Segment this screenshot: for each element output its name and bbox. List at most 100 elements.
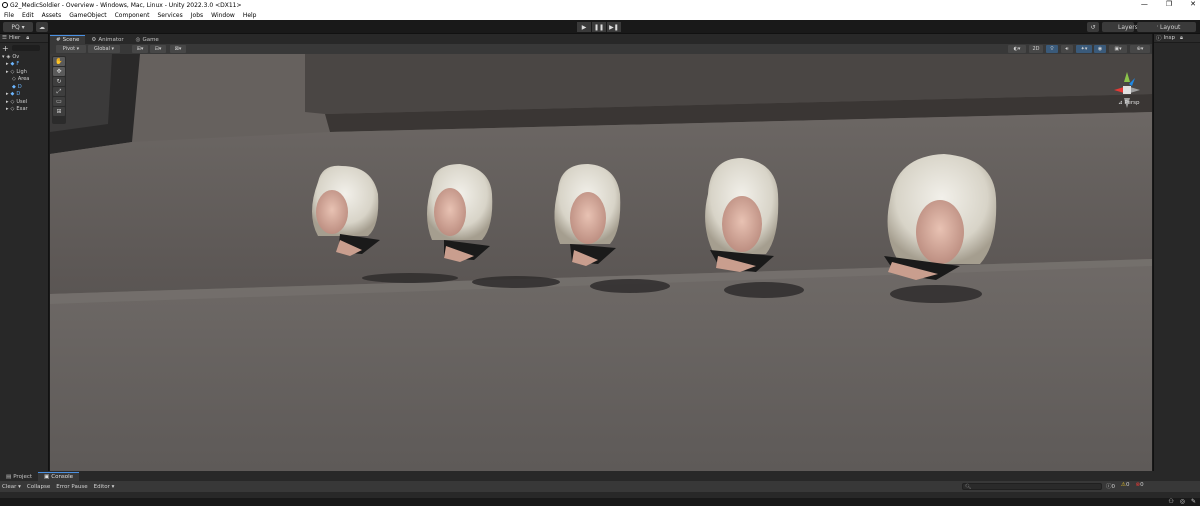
list-item[interactable]: ▸ ◇ Ligh [2, 68, 48, 76]
hierarchy-toolbar: + [0, 43, 48, 53]
camera-icon[interactable]: ▣▾ [1109, 45, 1127, 53]
play-button[interactable]: ▶ [577, 22, 591, 32]
prefab-icon: ◆ [12, 83, 16, 90]
rotate-tool-icon[interactable]: ↻ [53, 77, 65, 86]
list-icon: ☰ [2, 35, 7, 41]
menu-assets[interactable]: Assets [42, 12, 62, 19]
hierarchy-tab[interactable]: ☰ Hier 🔒︎ [0, 34, 48, 43]
list-item[interactable]: ◇ Area [2, 76, 48, 84]
prefab-icon: ◆ [10, 91, 15, 98]
hand-tool-icon[interactable]: ✋ [53, 57, 65, 66]
transform-tool-icon[interactable]: ⊞ [53, 107, 65, 116]
add-icon[interactable]: + [2, 44, 9, 53]
editor-dropdown[interactable]: Editor ▾ [94, 484, 115, 490]
window-title-bar: G2_MedicSoldier - Overview - Windows, Ma… [0, 0, 1200, 10]
status-icons: ⚇ ◎ ✎ [1168, 498, 1196, 505]
menu-help[interactable]: Help [243, 12, 257, 19]
scene-tab-icon: # [56, 37, 61, 43]
hidden-objects-icon[interactable]: ◉ [1094, 45, 1106, 53]
collapse-button[interactable]: Collapse [27, 484, 50, 490]
info-count[interactable]: ⓘ0 [1106, 482, 1115, 490]
error-pause-button[interactable]: Error Pause [56, 484, 87, 490]
auto-generate-lighting-icon[interactable]: ◎ [1180, 498, 1185, 505]
list-item[interactable]: ▸ ◆ D [2, 91, 48, 99]
grid-snap-icon[interactable]: ⊞▾ [132, 45, 148, 53]
unity-logo-icon [2, 2, 8, 8]
gizmos-icon[interactable]: ⊕▾ [1130, 45, 1150, 53]
clear-button[interactable]: Clear ▾ [2, 484, 21, 490]
minimize-button[interactable]: — [1141, 0, 1148, 8]
pause-button[interactable]: ❚❚ [592, 22, 606, 32]
scene-toolbar: Pivot ▾ Global ▾ ⊞▾ ⊟▾ ⊠▾ ◐▾ 2D 💡︎ 🔊︎ ✦▾… [50, 44, 1152, 54]
effects-icon[interactable]: ✦▾ [1076, 45, 1092, 53]
main-toolbar: PQ ▾ ☁ ▶ ❚❚ ▶❚ ↺ Layers 🔍︎ Layout [0, 20, 1200, 34]
scene-tab-bar: # Scene ⚙ Animator ◎ Game [50, 34, 1152, 44]
projection-label[interactable]: ⊿ Persp [1118, 100, 1139, 106]
menu-gameobject[interactable]: GameObject [69, 12, 106, 19]
hierarchy-panel: ☰ Hier 🔒︎ + ▾ ◈ Ov ▸ ◆ F ▸ ◇ Ligh ◇ Area ◆ D ▸ ◆ D… [0, 34, 49, 471]
prefab-icon: ◆ [10, 61, 15, 68]
pivot-dropdown[interactable]: Pivot ▾ [56, 45, 86, 53]
animator-tab-icon: ⚙ [91, 36, 97, 43]
status-bar: ⚇ ◎ ✎ [0, 498, 1200, 506]
menu-edit[interactable]: Edit [22, 12, 34, 19]
audio-icon[interactable]: 🔊︎ [1061, 45, 1073, 53]
list-item[interactable]: ▸ ◇ Usel [2, 98, 48, 106]
tab-scene[interactable]: # Scene [50, 35, 86, 44]
list-item[interactable]: ◆ D [2, 83, 48, 91]
scene-icon: ◈ [6, 53, 11, 60]
progress-icon[interactable]: ⚇ [1168, 498, 1173, 505]
close-button[interactable]: ✕ [1190, 0, 1196, 8]
hierarchy-tree: ▾ ◈ Ov ▸ ◆ F ▸ ◇ Ligh ◇ Area ◆ D ▸ ◆ D ▸ ◇ Usel ▸ ◇ Ex… [0, 53, 48, 113]
menu-jobs[interactable]: Jobs [191, 12, 203, 19]
console-icon: ▣ [44, 474, 50, 480]
folder-icon: ▤ [6, 473, 12, 480]
tab-game[interactable]: ◎ Game [130, 35, 165, 44]
layers-label: Layers [1118, 23, 1138, 31]
warning-count[interactable]: ⚠0 [1121, 482, 1129, 490]
menu-component[interactable]: Component [115, 12, 150, 19]
chevron-right-icon: ▸ [6, 98, 9, 105]
tab-project[interactable]: ▤ Project [0, 472, 38, 481]
menu-file[interactable]: File [4, 12, 14, 19]
list-item[interactable]: ▸ ◇ Exar [2, 106, 48, 114]
scene-render [50, 54, 1152, 471]
increment-snap-icon[interactable]: ⊠▾ [170, 45, 186, 53]
grid-visibility-icon[interactable]: ⊟▾ [150, 45, 166, 53]
2d-toggle[interactable]: 2D [1029, 45, 1043, 53]
menu-services[interactable]: Services [157, 12, 182, 19]
global-dropdown[interactable]: Global ▾ [88, 45, 120, 53]
error-count[interactable]: ⊗0 [1135, 482, 1143, 490]
scale-tool-icon[interactable]: ⤢ [53, 87, 65, 96]
tab-console[interactable]: ▣ Console [38, 472, 80, 481]
list-item[interactable]: ▾ ◈ Ov [2, 53, 48, 61]
lock-icon[interactable]: 🔒︎ [1180, 35, 1183, 42]
search-input[interactable] [11, 45, 40, 51]
character-head [884, 154, 997, 280]
list-item[interactable]: ▸ ◆ F [2, 61, 48, 69]
layout-dropdown[interactable]: Layout [1158, 22, 1196, 32]
inspector-tab[interactable]: ⓘ Insp 🔒︎ [1154, 34, 1200, 43]
play-controls: ▶ ❚❚ ▶❚ [577, 22, 621, 32]
layers-dropdown[interactable]: Layers [1102, 22, 1138, 32]
step-button[interactable]: ▶❚ [607, 22, 621, 32]
history-icon[interactable]: ↺ [1087, 22, 1099, 32]
console-search-input[interactable]: 🔍︎ [962, 483, 1102, 490]
scene-viewport[interactable]: ⊿ Persp [50, 54, 1152, 471]
lighting-icon[interactable]: 💡︎ [1046, 45, 1058, 53]
shading-mode-icon[interactable]: ◐▾ [1008, 45, 1026, 53]
menu-window[interactable]: Window [211, 12, 235, 19]
tab-animator[interactable]: ⚙ Animator [85, 35, 129, 44]
move-tool-icon[interactable]: ✥ [53, 67, 65, 76]
maximize-button[interactable]: ❐ [1166, 0, 1172, 8]
cloud-icon[interactable]: ☁ [36, 22, 48, 32]
rect-tool-icon[interactable]: ▭ [53, 97, 65, 106]
bottom-tab-bar: ▤ Project ▣ Console [0, 471, 1200, 481]
account-dropdown[interactable]: PQ ▾ [3, 22, 33, 32]
menu-bar: File Edit Assets GameObject Component Se… [0, 10, 1200, 20]
lock-icon[interactable]: 🔒︎ [26, 35, 29, 42]
tool-palette: ✋ ✥ ↻ ⤢ ▭ ⊞ [52, 56, 66, 124]
search-icon: 🔍︎ [965, 484, 972, 490]
debug-mode-icon[interactable]: ✎ [1191, 498, 1196, 505]
window-controls: — ❐ ✕ [1141, 0, 1196, 8]
